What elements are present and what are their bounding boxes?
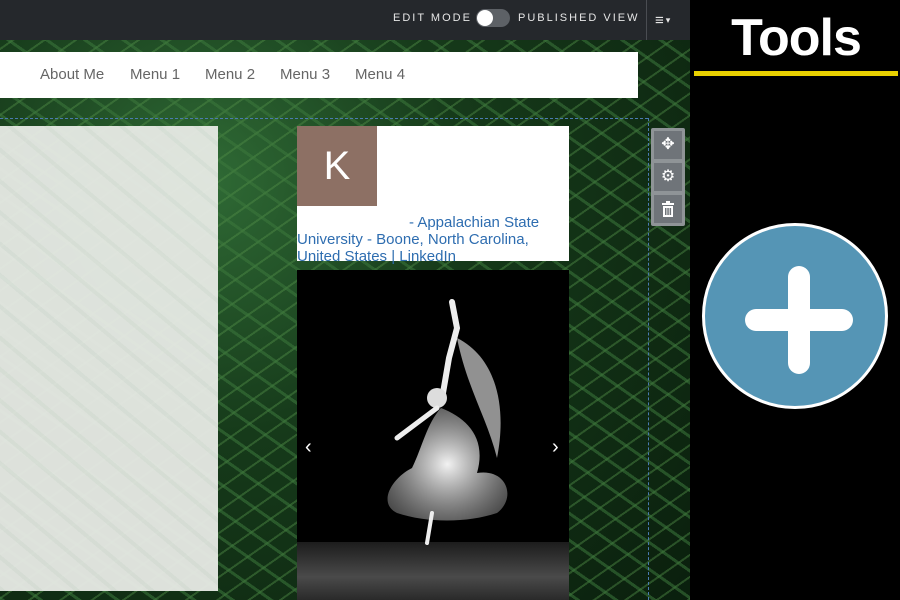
nav-item-menu-2[interactable]: Menu 2 xyxy=(205,66,255,83)
chevron-left-icon[interactable]: ‹ xyxy=(305,436,312,459)
nav-item-menu-3[interactable]: Menu 3 xyxy=(280,66,330,83)
toggle-knob xyxy=(477,10,493,26)
avatar: K xyxy=(297,126,377,206)
edit-mode-label: EDIT MODE xyxy=(393,12,472,24)
trash-glyph xyxy=(662,201,674,217)
profile-card[interactable]: K - Appalachian State University - Boone… xyxy=(297,126,569,265)
mode-toggle[interactable] xyxy=(476,9,510,27)
add-block-button[interactable] xyxy=(702,223,888,409)
block-toolbar: ✥ ⚙ xyxy=(651,128,685,226)
tools-title-underline xyxy=(694,71,898,76)
selection-outline-top xyxy=(0,118,648,119)
selection-outline-right xyxy=(648,118,649,600)
nav-item-about-me[interactable]: About Me xyxy=(40,66,104,83)
profile-link-text[interactable]: - Appalachian State University - Boone, … xyxy=(297,214,567,265)
nav-item-menu-1[interactable]: Menu 1 xyxy=(130,66,180,83)
chevron-right-icon[interactable]: › xyxy=(552,436,559,459)
hamburger-icon[interactable]: ≡▾ xyxy=(655,11,689,29)
plus-icon-vertical xyxy=(788,266,810,374)
profile-line-1: - Appalachian State xyxy=(409,214,540,231)
content-block-left[interactable] xyxy=(0,126,218,591)
gear-icon[interactable]: ⚙ xyxy=(654,163,682,191)
image-carousel[interactable]: ‹ › xyxy=(297,270,569,600)
published-view-label: PUBLISHED VIEW xyxy=(518,12,640,24)
trash-icon[interactable] xyxy=(654,195,682,223)
topbar-divider xyxy=(646,0,647,40)
tools-panel-title: Tools xyxy=(731,9,862,67)
profile-line-2: University - Boone, North Carolina, xyxy=(297,231,529,248)
profile-line-3: United States | LinkedIn xyxy=(297,248,456,265)
site-navbar: About Me Menu 1 Menu 2 Menu 3 Menu 4 xyxy=(0,52,638,98)
nav-item-menu-4[interactable]: Menu 4 xyxy=(355,66,405,83)
page-canvas: EDIT MODE PUBLISHED VIEW ≡▾ About Me Men… xyxy=(0,0,690,600)
stage-floor xyxy=(297,542,569,600)
editor-topbar: EDIT MODE PUBLISHED VIEW ≡▾ xyxy=(0,0,690,40)
move-icon[interactable]: ✥ xyxy=(654,131,682,159)
dancer-image xyxy=(387,299,508,545)
